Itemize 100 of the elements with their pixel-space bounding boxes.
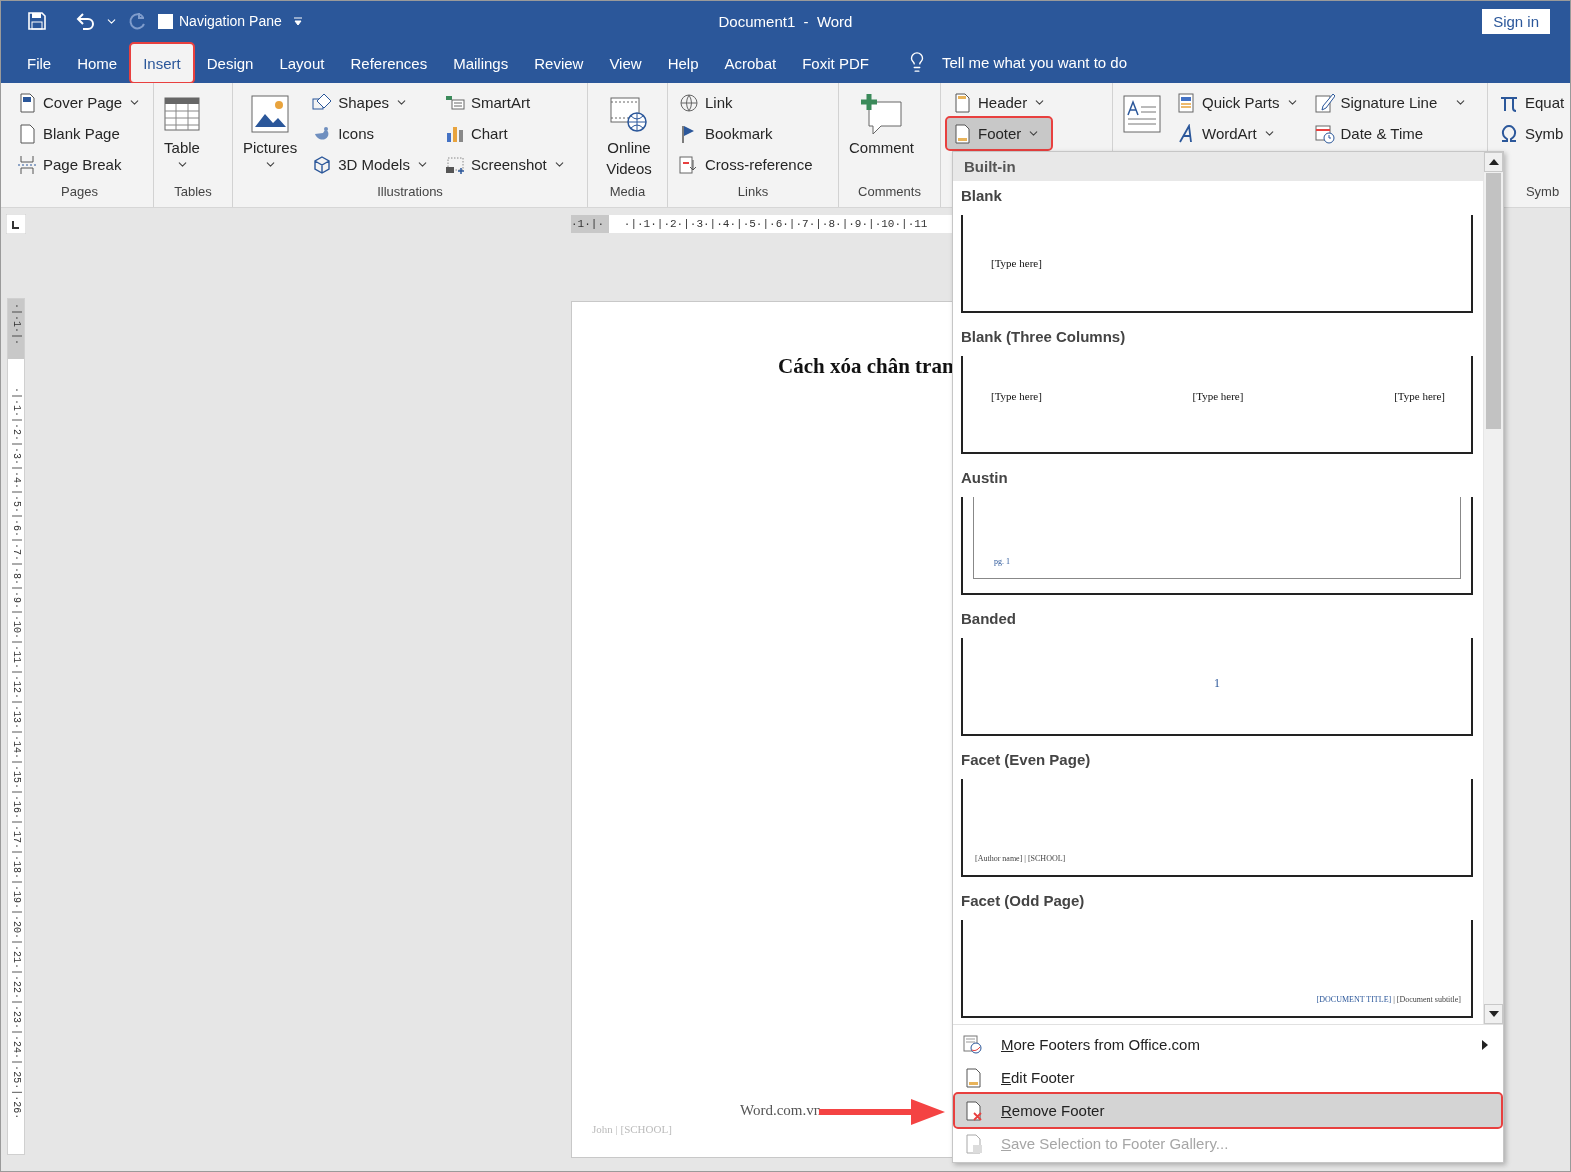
- gallery-item-title: Banded: [961, 609, 1016, 629]
- gallery-item-title: Facet (Even Page): [961, 750, 1091, 770]
- quick-parts-icon: [1176, 92, 1196, 113]
- ribbon-button[interactable]: Link: [674, 87, 818, 118]
- header-icon: [952, 92, 972, 113]
- menu-item[interactable]: Edit Footer: [955, 1061, 1501, 1094]
- ribbon-button[interactable]: Table: [160, 87, 204, 171]
- footer-preview[interactable]: pg. 1: [961, 497, 1473, 595]
- ribbon-tab[interactable]: Acrobat: [711, 43, 790, 83]
- down-arrow-icon: [1488, 1011, 1499, 1017]
- undo-icon: [75, 11, 95, 31]
- footer-page-icon: [963, 1067, 983, 1088]
- placeholder-text: [DOCUMENT TITLE] | [Document subtitle]: [1316, 995, 1461, 1004]
- ribbon-button[interactable]: Online Videos: [594, 87, 664, 179]
- calendar-icon: [1314, 123, 1335, 144]
- link-icon: [679, 92, 699, 113]
- ribbon-tab[interactable]: Layout: [266, 43, 338, 83]
- ribbon-button[interactable]: Shapes: [307, 87, 434, 118]
- blank-page-icon: [17, 123, 37, 144]
- ribbon-button[interactable]: Symb: [1494, 118, 1570, 149]
- scroll-up-button[interactable]: [1484, 152, 1503, 172]
- ribbon-tab[interactable]: Help: [654, 43, 712, 83]
- footer-preview[interactable]: [DOCUMENT TITLE] | [Document subtitle]: [961, 920, 1473, 1018]
- menu-item[interactable]: Remove Footer: [955, 1094, 1501, 1127]
- ribbon-button[interactable]: Header: [947, 87, 1052, 118]
- group-label: Pages: [61, 184, 98, 201]
- cross-reference-icon: [679, 154, 699, 175]
- placeholder-text: [Author name] | [SCHOOL]: [975, 854, 1066, 863]
- tell-me-search[interactable]: Tell me what you want to do: [941, 53, 1127, 71]
- table-icon: [164, 97, 200, 131]
- placeholder-text: [Type here]: [991, 257, 1042, 269]
- scroll-thumb[interactable]: [1486, 173, 1501, 429]
- footer-text: Word.com.vn: [740, 1102, 822, 1119]
- ribbon-button[interactable]: Page Break: [12, 149, 147, 180]
- gallery-item-title: Facet (Odd Page): [961, 891, 1085, 911]
- gallery-item-title: Blank: [961, 186, 1002, 206]
- shapes-icon: [312, 92, 333, 113]
- ribbon-tab[interactable]: Foxit PDF: [789, 43, 882, 83]
- ribbon-tab[interactable]: Insert: [130, 43, 194, 83]
- ribbon-button[interactable]: Pictures: [239, 87, 302, 171]
- ribbon-button[interactable]: Quick Parts: [1171, 87, 1304, 118]
- scrollbar[interactable]: [1483, 152, 1503, 1024]
- ruler-scale: ·1·|· ·|·1·|·2·|·3·|·4·|·5·|·6·|·7·|·8·|·9·|·10·|·11: [571, 218, 928, 230]
- video-icon: [610, 95, 648, 133]
- placeholder-text: [Type here]: [1394, 390, 1445, 402]
- ribbon-tab[interactable]: References: [337, 43, 441, 83]
- group-label: Tables: [174, 184, 212, 201]
- signature-icon: [1314, 92, 1335, 113]
- ribbon-button[interactable]: Cross-reference: [674, 149, 818, 180]
- ribbon-button[interactable]: WordArt: [1171, 118, 1304, 149]
- ribbon-button[interactable]: 3D Models: [307, 149, 434, 180]
- window-title: Document1 - Word: [718, 12, 853, 30]
- ribbon-button[interactable]: Bookmark: [674, 118, 818, 149]
- footer-preview[interactable]: [Type here] [Type here] [Type here]: [961, 356, 1473, 454]
- ribbon-button[interactable]: Blank Page: [12, 118, 147, 149]
- sign-in-button[interactable]: Sign in: [1482, 8, 1550, 34]
- cover-page-icon: [17, 92, 37, 113]
- menu-item[interactable]: More Footers from Office.com: [955, 1028, 1501, 1061]
- section-header: Built-in: [953, 152, 1483, 181]
- omega-icon: [1499, 123, 1519, 144]
- ruler-scale: ·|·1·|· ·|·1·|·2·|·3·|·4·|·5·|·6·|·7·|·8·|·9·|·10·|·11·|·12·|·13·|·14·|·15·|·16·|·17·|·18·|·19·|·20·|·21·|·22·|·23·|·24·|·25·|·26·: [10, 303, 22, 1120]
- group-label: Symb: [1525, 184, 1560, 201]
- footer-preview[interactable]: [Type here]: [961, 215, 1473, 313]
- page-break-icon: [17, 154, 37, 175]
- group-label: Comments: [858, 184, 921, 201]
- ribbon-tab[interactable]: Review: [521, 43, 597, 83]
- cube-icon: [312, 154, 333, 175]
- footer-preview[interactable]: [Author name] | [SCHOOL]: [961, 779, 1473, 877]
- ribbon-button[interactable]: Equat: [1494, 87, 1570, 118]
- ribbon-tab[interactable]: File: [14, 43, 65, 83]
- screenshot-icon: [444, 154, 465, 175]
- globe-page-icon: [963, 1034, 983, 1055]
- ribbon-tab[interactable]: Mailings: [440, 43, 522, 83]
- ribbon-button[interactable]: SmartArt: [439, 87, 571, 118]
- ribbon-button[interactable]: Comment: [845, 87, 919, 158]
- ribbon-button[interactable]: Cover Page: [12, 87, 147, 118]
- ribbon-button[interactable]: Chart: [439, 118, 571, 149]
- save-icon: [27, 11, 47, 31]
- placeholder-text: [Type here]: [991, 390, 1042, 402]
- ribbon-button[interactable]: Screenshot: [439, 149, 571, 180]
- tab-stop-icon: [6, 214, 26, 234]
- group-label: Media: [609, 184, 646, 201]
- text-box-icon: [1123, 95, 1161, 133]
- group-label: Illustrations: [377, 184, 443, 201]
- ribbon-button[interactable]: Footer: [947, 118, 1052, 149]
- scroll-down-button[interactable]: [1484, 1004, 1503, 1024]
- ribbon-tab[interactable]: View: [596, 43, 655, 83]
- checkbox[interactable]: [158, 13, 173, 29]
- submenu-arrow-icon: [1481, 1038, 1489, 1051]
- ribbon-tab[interactable]: Home: [64, 43, 131, 83]
- ribbon-button[interactable]: Signature Line: [1309, 87, 1443, 118]
- checkbox-label: Navigation Pane: [179, 13, 282, 29]
- picture-icon: [251, 95, 290, 133]
- ribbon-tab[interactable]: Design: [193, 43, 267, 83]
- group-label: Links: [737, 184, 769, 201]
- ribbon-button[interactable]: Date & Time: [1309, 118, 1443, 149]
- document-title: Cách xóa chân tran: [778, 354, 955, 379]
- ribbon-button[interactable]: Icons: [307, 118, 434, 149]
- gallery-item-title: Austin: [961, 468, 1008, 488]
- footer-preview[interactable]: 1: [961, 638, 1473, 736]
